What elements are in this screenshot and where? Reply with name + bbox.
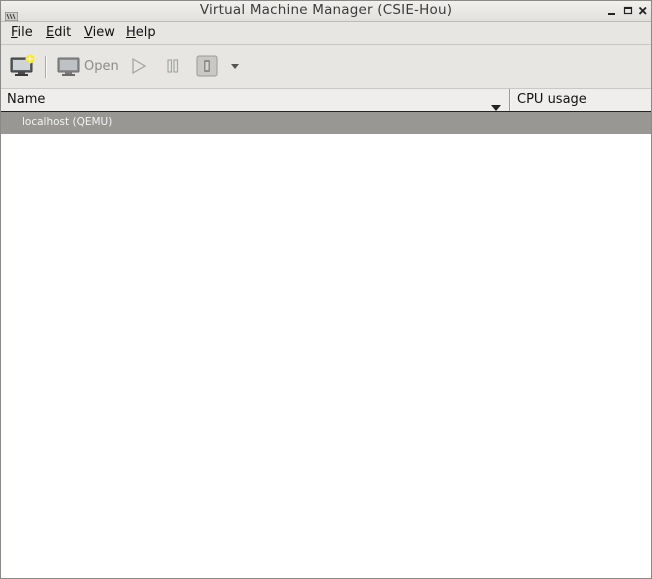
close-icon[interactable] [636,3,650,18]
toolbar: Open [1,45,651,89]
menu-help[interactable]: Help [126,25,156,40]
play-icon[interactable] [130,54,148,78]
title-bar[interactable]: Virtual Machine Manager (CSIE-Hou) [1,1,651,22]
column-name-label: Name [7,92,46,107]
app-window: Virtual Machine Manager (CSIE-Hou) File … [0,0,652,579]
pause-icon[interactable] [165,54,181,78]
menu-bar: File Edit View Help [1,22,651,45]
column-cpu-label: CPU usage [517,92,587,107]
menu-view[interactable]: View [84,25,115,40]
shutdown-icon[interactable] [196,54,218,78]
toolbar-separator [45,56,47,78]
dropdown-arrow-icon[interactable] [229,54,241,78]
minimize-icon[interactable] [605,3,619,18]
window-title: Virtual Machine Manager (CSIE-Hou) [199,2,453,18]
monitor-icon[interactable] [57,54,81,78]
connection-label: localhost (QEMU) [22,116,113,128]
column-name[interactable]: Name [1,89,510,111]
open-button-label[interactable]: Open [84,59,119,74]
menu-edit[interactable]: Edit [46,25,71,40]
column-header: Name CPU usage [1,89,651,112]
connection-list: localhost (QEMU) [1,112,651,578]
new-vm-icon[interactable] [10,54,36,78]
list-item[interactable]: localhost (QEMU) [1,112,651,134]
column-cpu-usage[interactable]: CPU usage [510,89,652,111]
maximize-icon[interactable] [621,3,635,18]
menu-file[interactable]: File [11,25,33,40]
